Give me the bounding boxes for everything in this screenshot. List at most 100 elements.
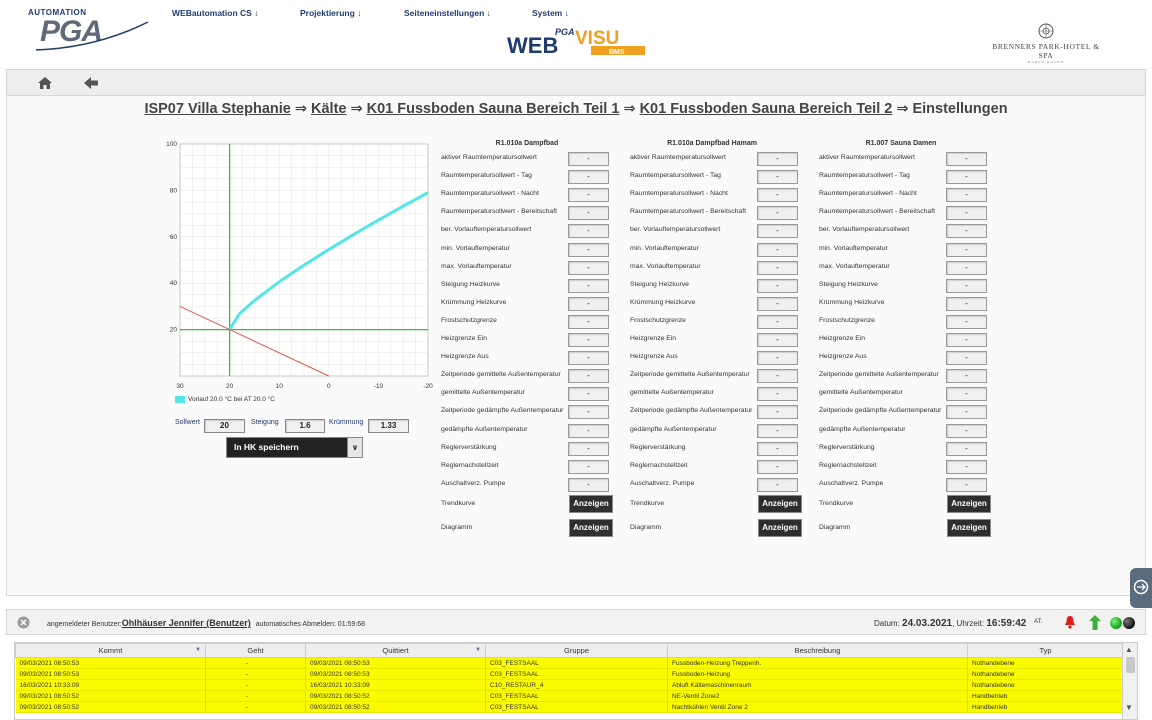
home-icon[interactable]: [37, 75, 53, 91]
setting-value-field[interactable]: -: [757, 477, 798, 492]
table-row[interactable]: 16/03/2021 10:33:09-16/03/2021 10:33:09 C…: [15, 679, 1124, 691]
setting-value-field[interactable]: -: [568, 260, 609, 275]
setting-value-field[interactable]: -: [568, 152, 609, 166]
table-row[interactable]: 09/03/2021 08:50:52-09/03/2021 08:50:52 C…: [15, 701, 1124, 713]
setting-value-field[interactable]: -: [568, 206, 609, 221]
scroll-thumb[interactable]: [1126, 657, 1135, 673]
setting-value-field[interactable]: -: [757, 206, 798, 221]
setting-value-field[interactable]: -: [946, 369, 987, 384]
setting-value-field[interactable]: -: [757, 459, 798, 474]
menu-webautomation[interactable]: WEBautomation CS ↓: [172, 8, 258, 18]
sollwert-field[interactable]: 20: [204, 419, 245, 433]
col-header-gruppe[interactable]: Gruppe: [485, 643, 668, 658]
setting-value-field[interactable]: -: [946, 423, 987, 438]
setting-value-field[interactable]: -: [757, 423, 798, 438]
setting-value-field[interactable]: -: [568, 387, 609, 402]
table-row[interactable]: 09/03/2021 08:50:53-09/03/2021 08:50:53 C…: [15, 668, 1124, 680]
setting-value-field[interactable]: -: [568, 441, 609, 456]
table-row[interactable]: 09/03/2021 08:50:53-09/03/2021 08:50:53 C…: [15, 657, 1124, 669]
setting-value-field[interactable]: -: [757, 296, 798, 311]
setting-value-field[interactable]: -: [568, 351, 609, 366]
setting-value-field[interactable]: -: [757, 152, 798, 166]
setting-value-field[interactable]: -: [568, 224, 609, 239]
col-header-geht[interactable]: Geht: [205, 643, 306, 658]
setting-value-field[interactable]: -: [946, 152, 987, 166]
steigung-field[interactable]: 1.6: [285, 419, 325, 433]
setting-value-field[interactable]: -: [757, 242, 798, 257]
setting-value-field[interactable]: -: [946, 333, 987, 347]
setting-value-field[interactable]: -: [757, 188, 798, 203]
scroll-up-icon[interactable]: ▲: [1125, 645, 1133, 654]
setting-value-field[interactable]: -: [757, 314, 798, 329]
setting-value-field[interactable]: -: [946, 296, 987, 311]
col-header-typ[interactable]: Typ: [967, 643, 1124, 658]
breadcrumb-link-teil1[interactable]: K01 Fussboden Sauna Bereich Teil 1: [367, 101, 620, 117]
setting-value-field[interactable]: -: [568, 170, 609, 185]
setting-value-field[interactable]: -: [568, 242, 609, 257]
setting-value-field[interactable]: -: [946, 278, 987, 293]
login-circle-icon[interactable]: [1133, 579, 1149, 595]
setting-value-field[interactable]: -: [946, 224, 987, 239]
scroll-down-icon[interactable]: ▼: [1125, 703, 1133, 712]
setting-value-field[interactable]: -: [568, 405, 609, 420]
setting-value-field[interactable]: -: [946, 170, 987, 185]
arrow-up-icon[interactable]: [1089, 615, 1101, 630]
setting-value-field[interactable]: -: [757, 369, 798, 384]
setting-value-field[interactable]: -: [757, 405, 798, 420]
show-diagramm-button[interactable]: Anzeigen: [947, 519, 991, 537]
setting-value-field[interactable]: -: [568, 459, 609, 474]
setting-value-field[interactable]: -: [568, 188, 609, 203]
show-trendkurve-button[interactable]: Anzeigen: [947, 495, 991, 513]
breadcrumb-link-teil2[interactable]: K01 Fussboden Sauna Bereich Teil 2: [640, 101, 893, 117]
setting-value-field[interactable]: -: [946, 188, 987, 203]
setting-value-field[interactable]: -: [946, 477, 987, 492]
setting-value-field[interactable]: -: [757, 278, 798, 293]
setting-value-field[interactable]: -: [568, 278, 609, 293]
breadcrumb-link-kaelte[interactable]: Kälte: [311, 101, 346, 117]
close-circle-icon[interactable]: [17, 616, 30, 629]
show-diagramm-button[interactable]: Anzeigen: [569, 519, 613, 537]
setting-value-field[interactable]: -: [568, 369, 609, 384]
col-header-beschreibung[interactable]: Beschreibung: [667, 643, 968, 658]
table-cell: Nothandebene: [967, 657, 1124, 669]
setting-value-field[interactable]: -: [946, 314, 987, 329]
table-row[interactable]: 09/03/2021 08:50:52-09/03/2021 08:50:52 C…: [15, 690, 1124, 702]
user-name-link[interactable]: Ohlhäuser Jennifer (Benutzer): [122, 618, 251, 628]
setting-value-field[interactable]: -: [568, 314, 609, 329]
setting-value-field[interactable]: -: [568, 423, 609, 438]
alarm-bell-icon[interactable]: [1064, 615, 1076, 629]
chevron-down-icon[interactable]: ∨: [347, 438, 362, 457]
setting-value-field[interactable]: -: [946, 260, 987, 275]
menu-system[interactable]: System ↓: [532, 8, 569, 18]
back-arrow-icon[interactable]: [83, 76, 99, 90]
setting-value-field[interactable]: -: [757, 387, 798, 402]
setting-value-field[interactable]: -: [946, 441, 987, 456]
menu-seiteneinstellungen[interactable]: Seiteneinstellungen ↓: [404, 8, 491, 18]
setting-value-field[interactable]: -: [946, 405, 987, 420]
show-trendkurve-button[interactable]: Anzeigen: [758, 495, 802, 513]
show-trendkurve-button[interactable]: Anzeigen: [569, 495, 613, 513]
table-scrollbar[interactable]: ▲ ▼: [1122, 643, 1137, 719]
setting-value-field[interactable]: -: [946, 206, 987, 221]
menu-projektierung[interactable]: Projektierung ↓: [300, 8, 361, 18]
setting-value-field[interactable]: -: [568, 477, 609, 492]
setting-value-field[interactable]: -: [757, 441, 798, 456]
setting-value-field[interactable]: -: [757, 260, 798, 275]
kruemmung-field[interactable]: 1.33: [368, 419, 409, 433]
col-header-quittiert[interactable]: Quittiert ▼: [305, 643, 486, 658]
col-header-kommt[interactable]: Kommt ▼: [15, 643, 206, 658]
breadcrumb-link-villa[interactable]: ISP07 Villa Stephanie: [144, 101, 290, 117]
setting-value-field[interactable]: -: [757, 224, 798, 239]
setting-value-field[interactable]: -: [568, 333, 609, 347]
setting-value-field[interactable]: -: [946, 387, 987, 402]
setting-value-field[interactable]: -: [757, 170, 798, 185]
show-diagramm-button[interactable]: Anzeigen: [758, 519, 802, 537]
setting-value-field[interactable]: -: [946, 242, 987, 257]
setting-value-field[interactable]: -: [757, 333, 798, 347]
save-heating-curve-select[interactable]: In HK speichern ∨: [226, 437, 363, 458]
setting-value-field[interactable]: -: [946, 351, 987, 366]
setting-value-field[interactable]: -: [757, 351, 798, 366]
side-panel-tab[interactable]: [1130, 568, 1152, 608]
setting-value-field[interactable]: -: [946, 459, 987, 474]
setting-value-field[interactable]: -: [568, 296, 609, 311]
